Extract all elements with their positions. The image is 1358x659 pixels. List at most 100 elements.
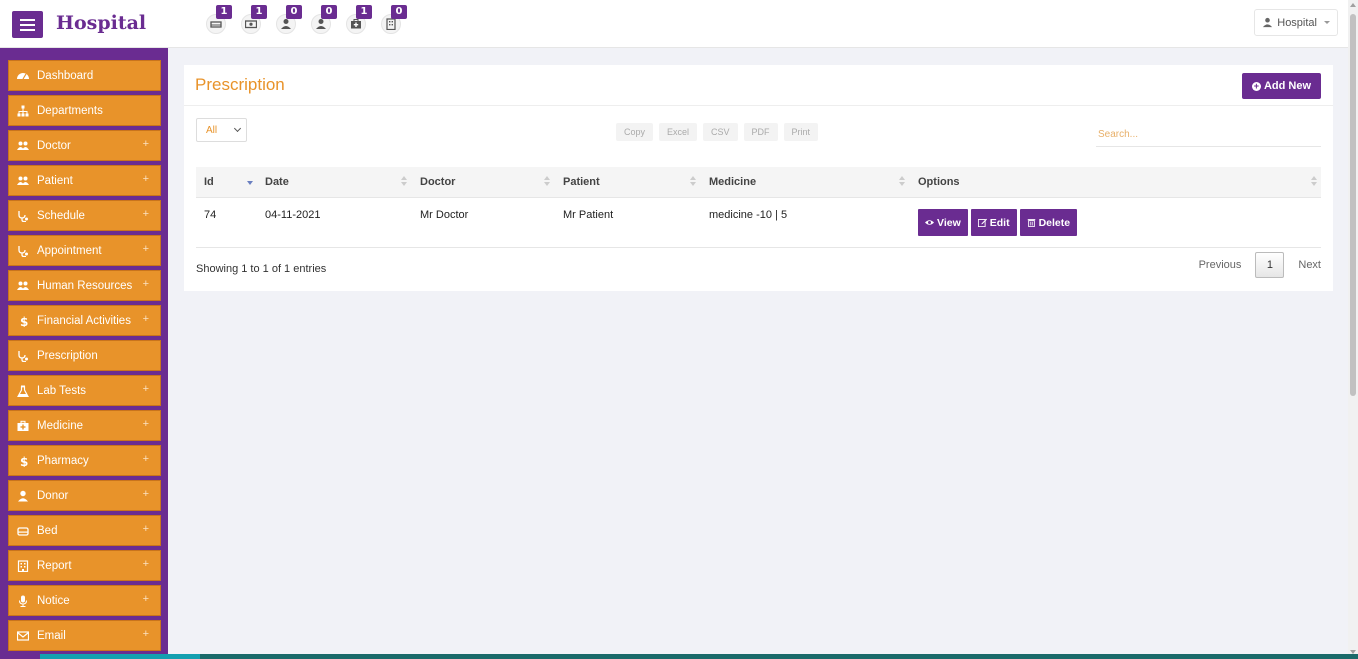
pdf-button[interactable]: PDF	[743, 123, 778, 141]
sidebar-item-label: Email	[37, 629, 66, 642]
search-input[interactable]	[1096, 123, 1321, 147]
sidebar-item-email[interactable]: Email +	[8, 620, 161, 651]
top-header: Hospital 1 1 0 0 1 0 Hospital	[0, 0, 1348, 48]
page-button-current[interactable]: 1	[1255, 252, 1285, 278]
expand-plus-icon: +	[142, 488, 149, 500]
stethoscope-icon	[17, 245, 29, 257]
sort-icon[interactable]	[544, 176, 550, 188]
table-header: Id Date Doctor Patient Medicine Options	[196, 167, 1321, 198]
entries-length-select[interactable]: All	[196, 118, 247, 142]
sort-icon[interactable]	[899, 176, 905, 188]
pagination: Previous 1 Next	[1199, 252, 1321, 278]
column-header-date[interactable]: Date	[265, 176, 289, 188]
sort-desc-icon[interactable]	[247, 176, 253, 188]
hamburger-bar	[20, 18, 35, 21]
sidebar-item-report[interactable]: Report +	[8, 550, 161, 581]
expand-plus-icon: +	[142, 313, 149, 325]
cell-patient: Mr Patient	[563, 209, 614, 221]
expand-plus-icon: +	[142, 628, 149, 640]
notification-medicine[interactable]: 1	[345, 5, 372, 34]
view-label: View	[937, 216, 961, 229]
flask-icon	[17, 385, 29, 397]
sidebar-item-appointment[interactable]: Appointment +	[8, 235, 161, 266]
sidebar-item-pharmacy[interactable]: $ Pharmacy +	[8, 445, 161, 476]
view-button[interactable]: View	[918, 209, 968, 236]
sidebar-item-label: Lab Tests	[37, 384, 87, 397]
sidebar-item-schedule[interactable]: Schedule +	[8, 200, 161, 231]
expand-plus-icon: +	[142, 558, 149, 570]
sidebar-item-label: Doctor	[37, 139, 71, 152]
cell-doctor: Mr Doctor	[420, 209, 469, 221]
bottom-strip-segment	[0, 654, 40, 659]
hospital-icon	[17, 559, 29, 572]
notification-badge: 0	[321, 5, 337, 19]
menu-toggle-button[interactable]	[12, 11, 43, 38]
sidebar-item-doctor[interactable]: Doctor +	[8, 130, 161, 161]
sidebar-item-patient[interactable]: Patient +	[8, 165, 161, 196]
excel-button[interactable]: Excel	[659, 123, 698, 141]
expand-plus-icon: +	[142, 243, 149, 255]
edit-button[interactable]: Edit	[970, 209, 1017, 236]
previous-page-button[interactable]: Previous	[1199, 259, 1242, 271]
column-header-id[interactable]: Id	[204, 176, 214, 188]
sidebar-item-prescription[interactable]: Prescription	[8, 340, 161, 371]
sidebar-item-dashboard[interactable]: Dashboard	[8, 60, 161, 91]
sidebar-item-bed[interactable]: Bed +	[8, 515, 161, 546]
eye-icon	[925, 220, 934, 225]
sidebar-item-medicine[interactable]: Medicine +	[8, 410, 161, 441]
sort-icon[interactable]	[401, 176, 407, 188]
svg-text:$: $	[20, 315, 28, 327]
hamburger-bar	[20, 23, 35, 26]
scrollbar-thumb[interactable]	[1350, 14, 1356, 396]
notification-report[interactable]: 0	[380, 5, 407, 34]
microphone-icon	[17, 595, 29, 607]
sidebar-item-departments[interactable]: Departments	[8, 95, 161, 126]
expand-plus-icon: +	[142, 593, 149, 605]
column-header-doctor[interactable]: Doctor	[420, 176, 455, 188]
scroll-up-icon[interactable]	[1350, 3, 1356, 7]
edit-label: Edit	[989, 216, 1010, 229]
notification-bed[interactable]: 1	[205, 5, 232, 34]
export-buttons: Copy Excel CSV PDF Print	[616, 123, 819, 141]
delete-button[interactable]: Delete	[1019, 209, 1078, 236]
sidebar-item-label: Departments	[37, 104, 103, 117]
sidebar-item-lab-tests[interactable]: Lab Tests +	[8, 375, 161, 406]
bottom-strip-segment	[40, 654, 200, 659]
sidebar-item-notice[interactable]: Notice +	[8, 585, 161, 616]
user-menu-button[interactable]: Hospital	[1254, 9, 1338, 36]
print-button[interactable]: Print	[783, 123, 819, 141]
brand-logo[interactable]: Hospital	[56, 12, 146, 34]
csv-button[interactable]: CSV	[703, 123, 738, 141]
svg-text:$: $	[20, 455, 28, 467]
sort-icon[interactable]	[690, 176, 696, 188]
expand-plus-icon: +	[142, 418, 149, 430]
sidebar-item-label: Pharmacy	[37, 454, 89, 467]
sort-icon[interactable]	[1311, 176, 1317, 188]
notification-doctor[interactable]: 0	[275, 5, 302, 34]
next-page-button[interactable]: Next	[1298, 259, 1321, 271]
column-header-options[interactable]: Options	[918, 176, 960, 188]
sidebar-item-financial-activities[interactable]: $ Financial Activities +	[8, 305, 161, 336]
trash-icon	[1027, 219, 1035, 227]
sidebar-item-human-resources[interactable]: Human Resources +	[8, 270, 161, 301]
sidebar-item-label: Financial Activities	[37, 314, 131, 327]
add-new-button[interactable]: + Add New	[1241, 73, 1321, 99]
notification-badge: 0	[286, 5, 302, 19]
chevron-down-icon	[233, 124, 242, 133]
table-row: 74 04-11-2021 Mr Doctor Mr Patient medic…	[196, 198, 1321, 248]
envelope-icon	[17, 630, 29, 642]
notification-badge: 0	[391, 5, 407, 19]
sidebar-item-donor[interactable]: Donor +	[8, 480, 161, 511]
expand-plus-icon: +	[142, 383, 149, 395]
page-scrollbar[interactable]	[1348, 0, 1358, 659]
column-header-medicine[interactable]: Medicine	[709, 176, 756, 188]
column-header-patient[interactable]: Patient	[563, 176, 600, 188]
sitemap-icon	[17, 105, 29, 117]
notification-badge: 1	[356, 5, 372, 19]
bed-icon	[17, 525, 29, 537]
notification-badge: 1	[216, 5, 232, 19]
notification-patient[interactable]: 0	[310, 5, 337, 34]
cell-date: 04-11-2021	[265, 209, 321, 221]
copy-button[interactable]: Copy	[616, 123, 654, 141]
notification-payment[interactable]: 1	[240, 5, 267, 34]
